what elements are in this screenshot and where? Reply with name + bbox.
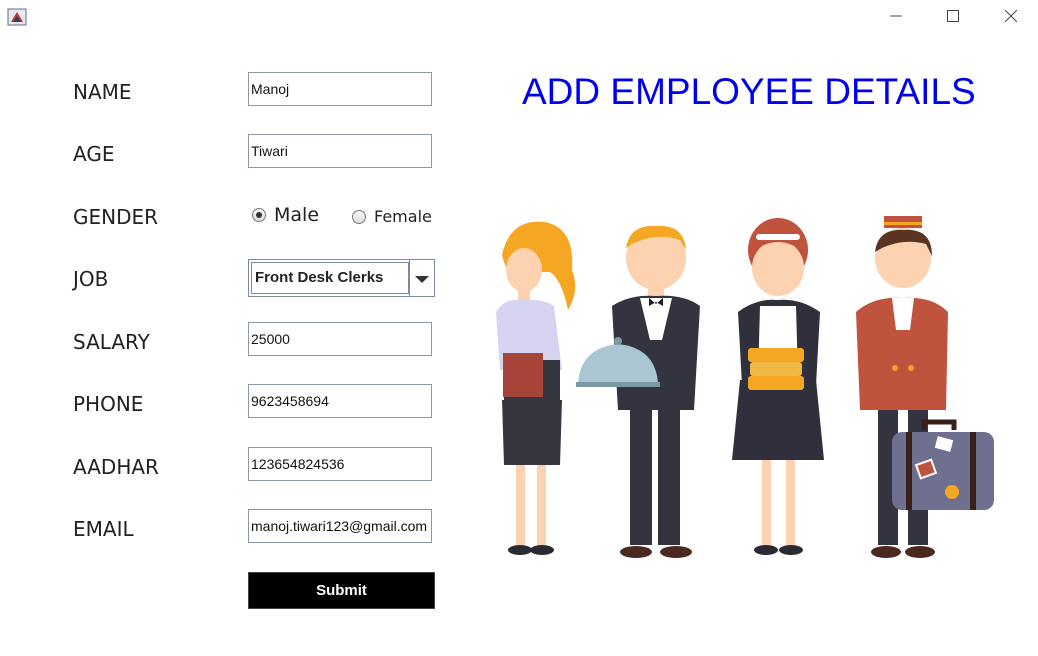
title-bar	[0, 0, 1038, 32]
minimize-icon	[890, 15, 902, 17]
page-title: ADD EMPLOYEE DETAILS	[522, 71, 976, 112]
close-button[interactable]	[988, 4, 1034, 28]
gender-female-label: Female	[374, 207, 432, 226]
aadhar-label: AADHAR	[73, 455, 159, 479]
gender-label: GENDER	[73, 205, 159, 229]
age-label: AGE	[73, 142, 115, 166]
name-field[interactable]	[248, 72, 432, 106]
housekeeper-figure	[732, 218, 824, 555]
age-field[interactable]	[248, 134, 432, 168]
gender-male-label: Male	[274, 204, 320, 226]
gender-male-radio[interactable]: Male	[252, 204, 319, 226]
phone-label: PHONE	[73, 392, 144, 416]
salary-label: SALARY	[73, 330, 150, 354]
chevron-down-icon	[415, 276, 429, 283]
close-icon	[1005, 10, 1017, 22]
hotel-staff-illustration	[480, 210, 1000, 564]
receptionist-figure	[496, 221, 576, 555]
salary-field[interactable]	[248, 322, 432, 356]
job-select-value: Front Desk Clerks	[251, 262, 409, 294]
java-app-icon	[7, 7, 27, 27]
email-field[interactable]	[248, 509, 432, 543]
dropdown-arrow-button[interactable]	[409, 260, 434, 296]
aadhar-field[interactable]	[248, 447, 432, 481]
job-label: JOB	[73, 267, 109, 291]
phone-field[interactable]	[248, 384, 432, 418]
radio-unselected-icon	[352, 209, 366, 224]
waiter-figure	[576, 225, 700, 558]
job-select[interactable]: Front Desk Clerks	[248, 259, 435, 297]
maximize-button[interactable]	[930, 4, 976, 28]
bellboy-figure	[856, 216, 994, 558]
radio-selected-icon	[252, 208, 266, 222]
email-label: EMAIL	[73, 517, 134, 541]
submit-button[interactable]: Submit	[248, 572, 435, 609]
minimize-button[interactable]	[873, 4, 919, 28]
maximize-icon	[947, 10, 959, 22]
name-label: NAME	[73, 80, 132, 104]
gender-female-radio[interactable]: Female	[352, 207, 432, 226]
